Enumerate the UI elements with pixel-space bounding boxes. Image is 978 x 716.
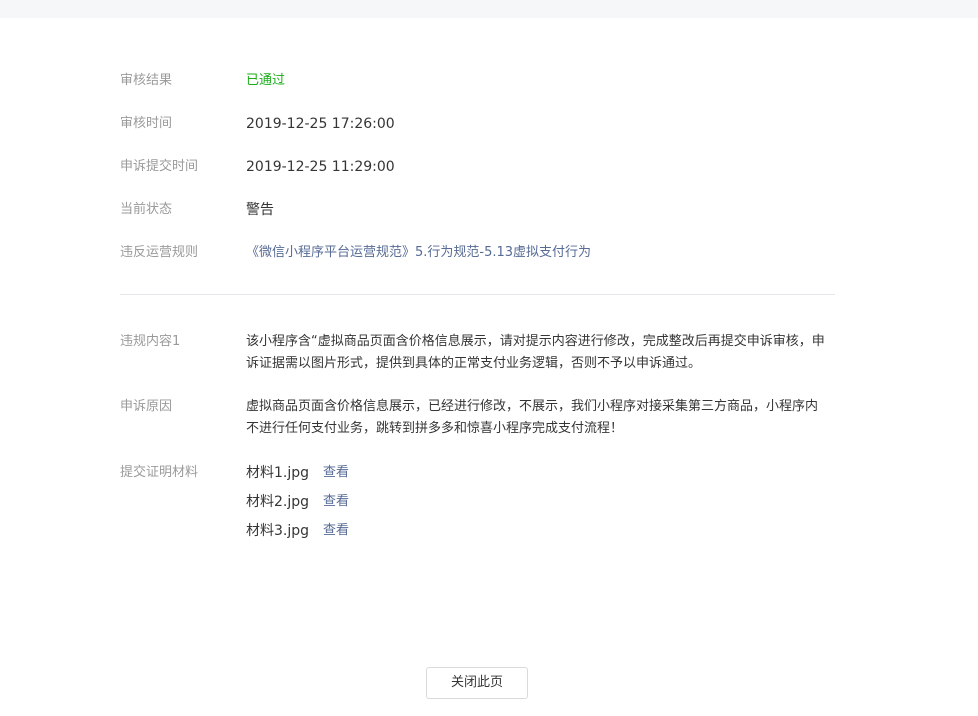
violation-content-row: 违规内容1 该小程序含“虚拟商品页面含价格信息展示，请对提示内容进行修改，完成整…	[120, 331, 835, 375]
violation-content-label: 违规内容1	[120, 334, 181, 349]
violation-content-value: 该小程序含“虚拟商品页面含价格信息展示，请对提示内容进行修改，完成整改后再提交申…	[246, 334, 825, 371]
appeal-reason-value: 虚拟商品页面含价格信息展示，已经进行修改，不展示，我们小程序对接采集第三方商品，…	[246, 399, 819, 436]
material-view-link[interactable]: 查看	[323, 491, 349, 513]
top-header-strip	[0, 0, 978, 18]
section-divider	[120, 294, 835, 295]
review-result-value: 已通过	[246, 73, 286, 88]
material-file-name: 材料1.jpg	[246, 465, 310, 481]
submit-time-value: 2019-12-25 11:29:00	[246, 159, 395, 175]
review-time-value: 2019-12-25 17:26:00	[246, 116, 395, 132]
material-file-name: 材料2.jpg	[246, 494, 310, 510]
material-item: 材料3.jpg 查看	[246, 520, 835, 542]
current-status-row: 当前状态 警告	[120, 199, 835, 221]
appeal-reason-label: 申诉原因	[120, 399, 173, 414]
review-time-label: 审核时间	[120, 116, 173, 131]
current-status-value: 警告	[246, 202, 274, 218]
submit-time-label: 申诉提交时间	[120, 159, 199, 174]
review-result-label: 审核结果	[120, 73, 173, 88]
material-item: 材料1.jpg 查看	[246, 462, 835, 484]
violated-rule-row: 违反运营规则 《微信小程序平台运营规范》5.行为规范-5.13虚拟支付行为	[120, 242, 835, 264]
materials-label: 提交证明材料	[120, 465, 199, 480]
submit-time-row: 申诉提交时间 2019-12-25 11:29:00	[120, 156, 835, 178]
material-view-link[interactable]: 查看	[323, 462, 349, 484]
material-file-name: 材料3.jpg	[246, 523, 310, 539]
close-page-button[interactable]: 关闭此页	[426, 667, 528, 699]
violated-rule-link[interactable]: 《微信小程序平台运营规范》5.行为规范-5.13虚拟支付行为	[246, 242, 835, 264]
materials-list: 材料1.jpg 查看 材料2.jpg 查看 材料3.jpg 查看	[246, 462, 835, 549]
violated-rule-label: 违反运营规则	[120, 245, 199, 260]
material-item: 材料2.jpg 查看	[246, 491, 835, 513]
materials-row: 提交证明材料 材料1.jpg 查看 材料2.jpg 查看 材料3.jpg 查看	[120, 462, 835, 549]
review-time-row: 审核时间 2019-12-25 17:26:00	[120, 113, 835, 135]
appeal-reason-row: 申诉原因 虚拟商品页面含价格信息展示，已经进行修改，不展示，我们小程序对接采集第…	[120, 396, 835, 440]
material-view-link[interactable]: 查看	[323, 520, 349, 542]
current-status-label: 当前状态	[120, 202, 173, 217]
review-result-row: 审核结果 已通过	[120, 70, 835, 92]
